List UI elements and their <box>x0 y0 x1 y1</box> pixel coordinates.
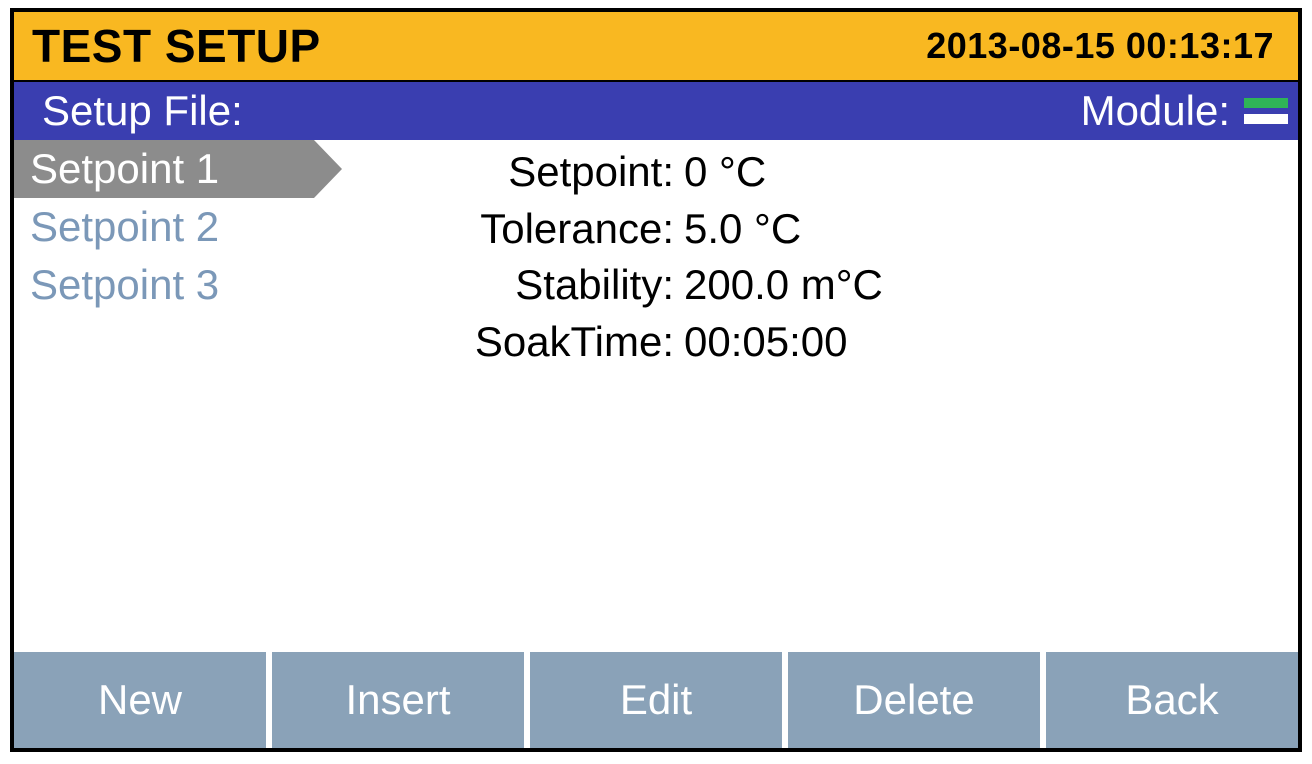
setpoint-item-label: Setpoint 1 <box>30 145 219 193</box>
detail-value: 200.0 m°C <box>684 257 883 314</box>
detail-value: 0 °C <box>684 144 766 201</box>
device-frame: TEST SETUP 2013-08-15 00:13:17 Setup Fil… <box>10 8 1302 752</box>
sub-header: Setup File: Module: <box>14 82 1298 140</box>
delete-button[interactable]: Delete <box>788 652 1040 748</box>
setpoint-item-label: Setpoint 3 <box>30 261 219 309</box>
module-status-icon <box>1244 96 1288 126</box>
new-button[interactable]: New <box>14 652 266 748</box>
module-label: Module: <box>1081 87 1230 135</box>
detail-row-tolerance: Tolerance: 5.0 °C <box>314 201 1298 258</box>
setup-file-label: Setup File: <box>42 87 243 135</box>
detail-label: SoakTime: <box>314 314 684 371</box>
title-bar: TEST SETUP 2013-08-15 00:13:17 <box>14 12 1298 82</box>
detail-row-soaktime: SoakTime: 00:05:00 <box>314 314 1298 371</box>
edit-button[interactable]: Edit <box>530 652 782 748</box>
content-area: Setpoint 1 Setpoint 2 Setpoint 3 Setpoin… <box>14 140 1298 652</box>
setpoint-item-3[interactable]: Setpoint 3 <box>14 256 314 314</box>
page-title: TEST SETUP <box>32 19 321 73</box>
detail-value: 5.0 °C <box>684 201 801 258</box>
detail-label: Stability: <box>314 257 684 314</box>
setpoint-list: Setpoint 1 Setpoint 2 Setpoint 3 <box>14 140 314 652</box>
back-button[interactable]: Back <box>1046 652 1298 748</box>
detail-row-stability: Stability: 200.0 m°C <box>314 257 1298 314</box>
detail-row-setpoint: Setpoint: 0 °C <box>314 144 1298 201</box>
timestamp: 2013-08-15 00:13:17 <box>926 25 1274 67</box>
footer-toolbar: New Insert Edit Delete Back <box>14 652 1298 748</box>
detail-label: Tolerance: <box>314 201 684 258</box>
details-panel: Setpoint: 0 °C Tolerance: 5.0 °C Stabili… <box>314 140 1298 652</box>
detail-value: 00:05:00 <box>684 314 848 371</box>
setpoint-item-2[interactable]: Setpoint 2 <box>14 198 314 256</box>
setpoint-item-label: Setpoint 2 <box>30 203 219 251</box>
setpoint-item-1[interactable]: Setpoint 1 <box>14 140 314 198</box>
insert-button[interactable]: Insert <box>272 652 524 748</box>
detail-label: Setpoint: <box>314 144 684 201</box>
